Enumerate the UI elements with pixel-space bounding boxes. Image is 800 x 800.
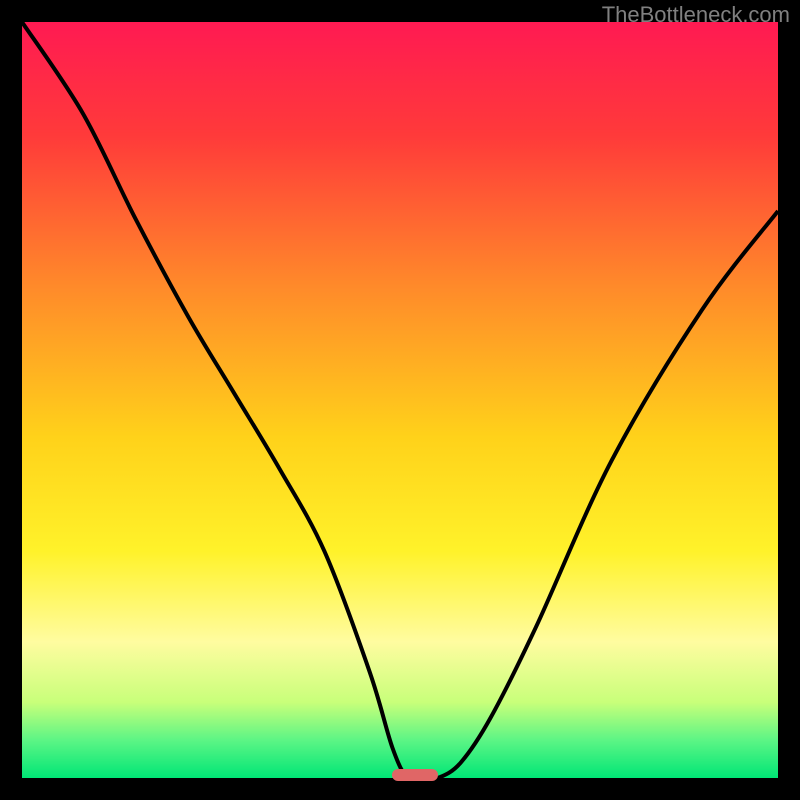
optimal-marker bbox=[392, 769, 437, 781]
watermark-text: TheBottleneck.com bbox=[602, 2, 790, 28]
chart-frame: TheBottleneck.com bbox=[0, 0, 800, 800]
plot-area bbox=[22, 22, 778, 778]
bottleneck-curve bbox=[22, 22, 778, 778]
